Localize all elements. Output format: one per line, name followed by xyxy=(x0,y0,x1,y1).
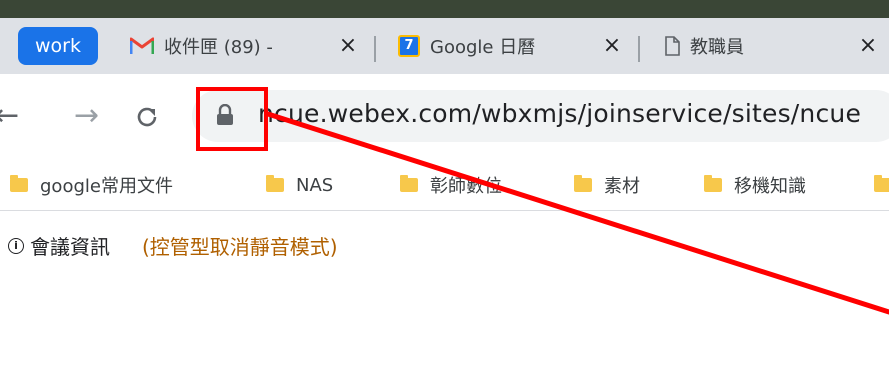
annotation-arrow xyxy=(265,111,889,315)
screenshot-frame: work 收件匣 (89) - × 7 Google 日曆 × 教職員 × ← … xyxy=(0,0,889,365)
